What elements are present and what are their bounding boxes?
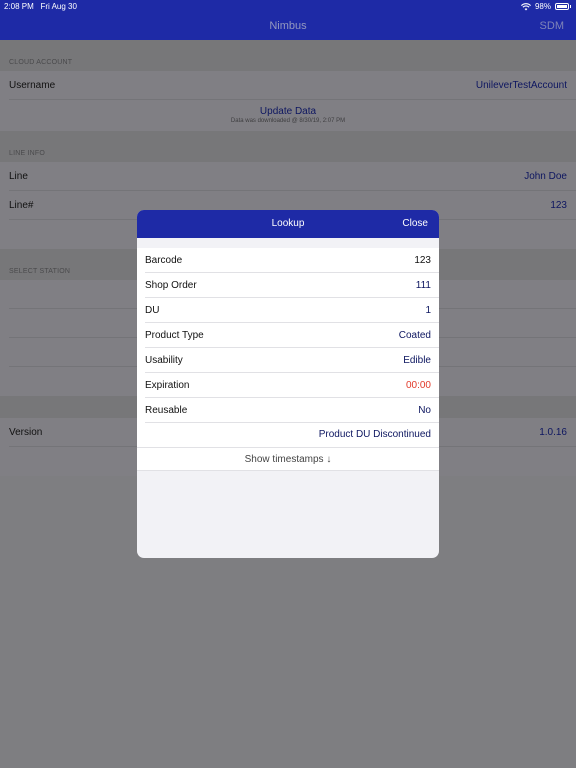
cloud-account-header: CLOUD ACCOUNT — [0, 40, 576, 71]
product-type-row[interactable]: Product Type Coated — [137, 323, 439, 348]
close-button[interactable]: Close — [402, 218, 428, 229]
du-label: DU — [145, 305, 160, 316]
lookup-modal: Lookup Close Barcode 123 Shop Order 111 … — [137, 210, 439, 558]
barcode-label: Barcode — [145, 255, 183, 266]
sdm-button[interactable]: SDM — [540, 20, 564, 32]
username-row[interactable]: Username UnileverTestAccount — [0, 71, 576, 100]
shop-order-label: Shop Order — [145, 280, 197, 291]
product-type-value: Coated — [398, 330, 431, 341]
battery-icon — [555, 3, 569, 10]
time-text: 2:08 PM — [4, 2, 34, 11]
line-info-header: LINE INFO — [0, 131, 576, 162]
username-label: Username — [9, 80, 56, 91]
expiration-label: Expiration — [145, 380, 190, 391]
barcode-value: 123 — [414, 255, 431, 266]
nav-title: Nimbus — [269, 20, 307, 32]
line-label: Line — [9, 171, 28, 182]
reusable-label: Reusable — [145, 405, 188, 416]
line-value: John Doe — [524, 171, 567, 182]
line-number-label: Line# — [9, 200, 34, 211]
divider — [9, 99, 576, 100]
reusable-value: No — [418, 405, 431, 416]
usability-row[interactable]: Usability Edible — [137, 348, 439, 373]
usability-label: Usability — [145, 355, 183, 366]
line-number-value: 123 — [550, 200, 567, 211]
product-status-text: Product DU Discontinued — [318, 429, 431, 440]
line-row[interactable]: Line John Doe — [0, 162, 576, 191]
wifi-icon — [521, 2, 531, 10]
version-label: Version — [9, 427, 43, 438]
du-row[interactable]: DU 1 — [137, 298, 439, 323]
expiration-row[interactable]: Expiration 00:00 — [137, 373, 439, 398]
du-value: 1 — [425, 305, 431, 316]
product-status-row[interactable]: Product DU Discontinued — [137, 423, 439, 447]
battery-tip — [570, 5, 571, 8]
lookup-details: Barcode 123 Shop Order 111 DU 1 Product … — [137, 248, 439, 447]
status-time: 2:08 PM Fri Aug 30 — [4, 2, 77, 11]
status-bar: 2:08 PM Fri Aug 30 98% — [0, 0, 576, 14]
modal-spacer — [137, 238, 439, 248]
usability-value: Edible — [403, 355, 431, 366]
modal-header: Lookup Close — [137, 210, 439, 238]
update-data-button[interactable]: Update Data Data was downloaded @ 8/30/1… — [0, 100, 576, 131]
expiration-value: 00:00 — [405, 380, 431, 391]
product-type-label: Product Type — [145, 330, 204, 341]
shop-order-row[interactable]: Shop Order 111 — [137, 273, 439, 298]
modal-title: Lookup — [271, 218, 305, 229]
update-data-label: Update Data — [259, 106, 317, 117]
shop-order-value: 111 — [415, 280, 431, 291]
nav-bar: Nimbus SDM — [0, 14, 576, 40]
show-timestamps-button[interactable]: Show timestamps ↓ — [137, 447, 439, 471]
username-value: UnileverTestAccount — [475, 80, 567, 91]
battery-percent: 98% — [534, 2, 551, 11]
reusable-row[interactable]: Reusable No — [137, 398, 439, 423]
version-value: 1.0.16 — [539, 427, 567, 438]
barcode-row: Barcode 123 — [137, 248, 439, 273]
update-timestamp: Data was downloaded @ 8/30/19, 2:07 PM — [230, 118, 346, 124]
status-right: 98% — [521, 2, 571, 11]
date-text: Fri Aug 30 — [40, 2, 77, 11]
